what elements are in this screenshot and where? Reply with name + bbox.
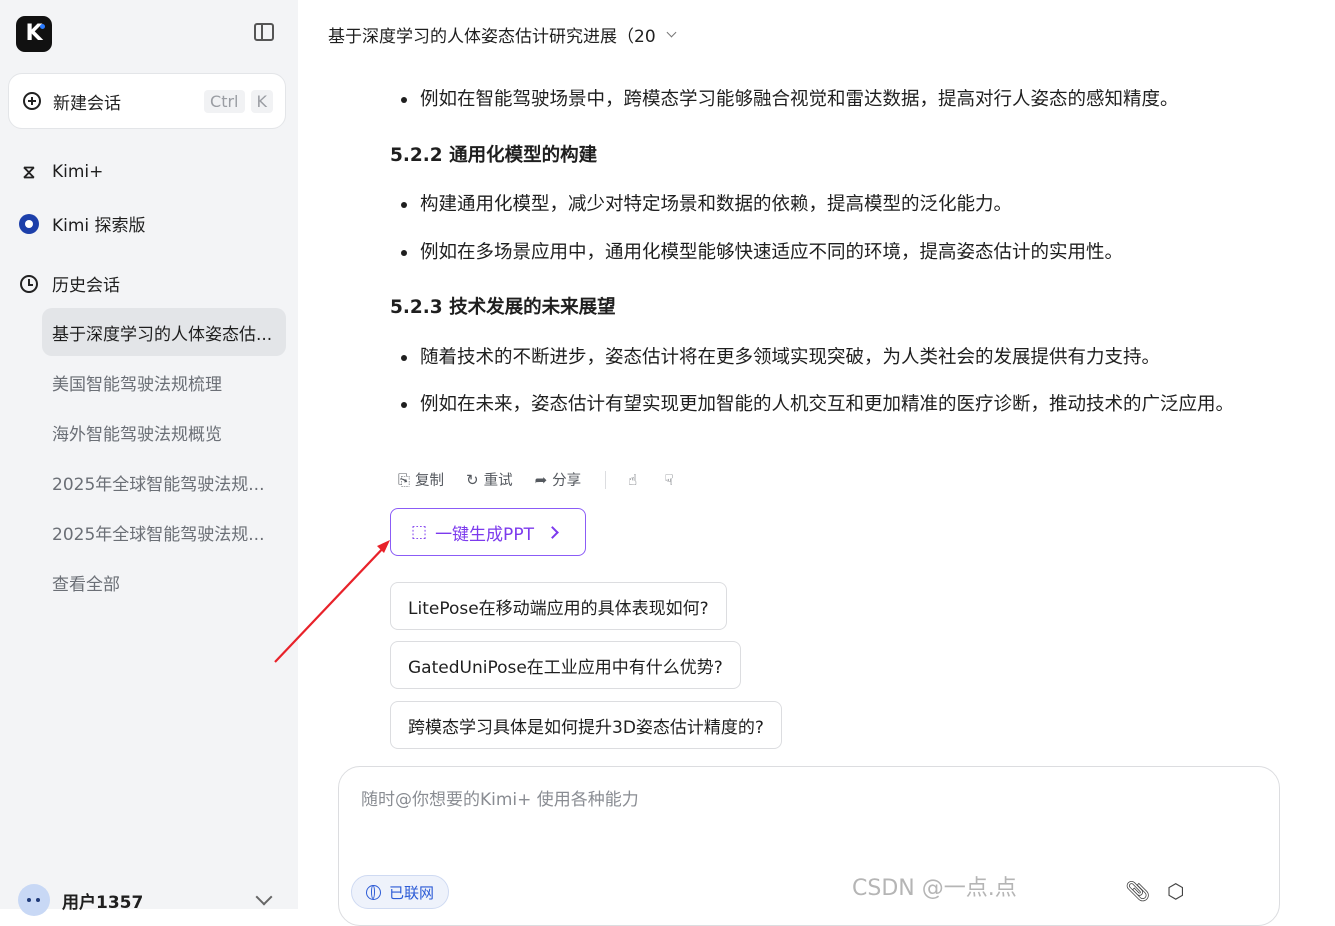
sidebar-item-kimi-plus[interactable]: ⧖ Kimi+: [18, 161, 104, 183]
kimi-logo[interactable]: K: [16, 16, 52, 52]
history-item[interactable]: 基于深度学习的人体姿态估...: [42, 308, 286, 356]
share-icon: ➦: [534, 470, 548, 489]
paperclip-icon[interactable]: 📎︎: [1125, 879, 1150, 903]
bullet-item: 例如在多场景应用中，通用化模型能够快速适应不同的环境，提高姿态估计的实用性。: [398, 236, 1268, 269]
plus-circle-icon: [23, 92, 41, 110]
message-actions: ⎘ 复制 ↻ 重试 ➦ 分享 ☝ ☟: [398, 469, 700, 490]
retry-label: 重试: [483, 473, 513, 489]
new-chat-button[interactable]: 新建会话 Ctrl K: [8, 73, 286, 129]
explore-icon-wrap: [18, 213, 40, 235]
history-item[interactable]: 海外智能驾驶法规概览: [42, 408, 286, 456]
cube-icon[interactable]: ⬡: [1167, 879, 1184, 903]
suggested-question[interactable]: 跨模态学习具体是如何提升3D姿态估计精度的?: [390, 701, 782, 749]
user-menu[interactable]: 用户1357: [18, 884, 278, 916]
copy-label: 复制: [415, 473, 445, 489]
chat-input-placeholder: 随时@你想要的Kimi+ 使用各种能力: [361, 790, 639, 810]
share-button[interactable]: ➦ 分享: [535, 469, 582, 490]
arrow-head: [377, 540, 390, 553]
web-search-toggle[interactable]: 已联网: [351, 875, 450, 909]
new-chat-label: 新建会话: [53, 93, 121, 114]
generate-ppt-button[interactable]: ⬚ 一键生成PPT: [390, 508, 586, 556]
explore-icon: [19, 213, 39, 234]
globe-icon: [366, 884, 381, 900]
sidebar-item-history[interactable]: 历史会话: [18, 271, 120, 296]
bullet-item: 例如在智能驾驶场景中，跨模态学习能够融合视觉和雷达数据，提高对行人姿态的感知精度…: [398, 83, 1268, 116]
sidebar-item-explore[interactable]: Kimi 探索版: [18, 211, 146, 236]
sidebar-item-label: Kimi+: [52, 162, 104, 182]
bullet-item: 构建通用化模型，减少对特定场景和数据的依赖，提高模型的泛化能力。: [398, 188, 1268, 221]
history-item[interactable]: 2025年全球智能驾驶法规...: [42, 508, 286, 556]
chevron-right-icon: [546, 525, 559, 539]
section-heading: 5.2.3 技术发展的未来展望: [390, 297, 616, 318]
generate-ppt-label: 一键生成PPT: [435, 524, 534, 545]
thumbs-up-icon: ☝: [628, 470, 638, 489]
page-title: 基于深度学习的人体姿态估计研究进展（20: [328, 27, 656, 47]
kbd-k: K: [250, 89, 273, 113]
chevron-down-icon: [666, 27, 677, 38]
thumbs-down-button[interactable]: ☟: [664, 471, 678, 489]
copy-button[interactable]: ⎘ 复制: [398, 469, 444, 490]
suggested-question[interactable]: LitePose在移动端应用的具体表现如何?: [390, 582, 727, 630]
main-panel: 基于深度学习的人体姿态估计研究进展（20 例如在智能驾驶场景中，跨模态学习能够融…: [274, 0, 1335, 926]
thumbs-up-button[interactable]: ☝: [628, 471, 642, 489]
history-item[interactable]: 2025年全球智能驾驶法规...: [42, 458, 286, 506]
watermark: CSDN @一点.点: [852, 876, 1017, 901]
sidebar-item-label: 历史会话: [52, 276, 120, 296]
bullet-item: 随着技术的不断进步，姿态估计将在更多领域实现突破，为人类社会的发展提供有力支持。: [398, 341, 1268, 374]
retry-button[interactable]: ↻ 重试: [466, 469, 513, 490]
clock-icon: [20, 274, 38, 293]
kbd-ctrl: Ctrl: [204, 89, 245, 113]
avatar: [18, 884, 50, 916]
logo-dot: [40, 24, 45, 29]
suggested-question[interactable]: GatedUniPose在工业应用中有什么优势?: [390, 641, 741, 689]
chevron-down-icon: [255, 888, 273, 906]
refresh-icon: ↻: [466, 470, 479, 489]
bullet-item: 例如在未来，姿态估计有望实现更加智能的人机交互和更加精准的医疗诊断，推动技术的广…: [398, 388, 1268, 421]
share-label: 分享: [552, 473, 582, 489]
divider: [605, 470, 607, 489]
conversation-title-dropdown[interactable]: 基于深度学习的人体姿态估计研究进展（20: [328, 22, 677, 47]
view-all-history-link[interactable]: 查看全部: [42, 558, 286, 606]
clock-icon-wrap: [18, 273, 40, 295]
kimi-plus-icon: ⧖: [22, 161, 36, 183]
history-item[interactable]: 美国智能驾驶法规梳理: [42, 358, 286, 406]
copy-icon: ⎘: [398, 470, 411, 489]
thumbs-down-icon: ☟: [664, 470, 674, 489]
presentation-icon: ⬚: [411, 522, 428, 542]
sidebar: K 新建会话 Ctrl K ⧖ Kimi+ Kimi 探索版 历史会话 基于深度…: [0, 0, 298, 916]
sidebar-item-label: Kimi 探索版: [52, 216, 146, 236]
section-heading: 5.2.2 通用化模型的构建: [390, 145, 598, 166]
sidebar-toggle-icon[interactable]: [254, 23, 274, 41]
shortcut-hint: Ctrl K: [204, 89, 273, 113]
web-search-label: 已联网: [389, 883, 435, 902]
chat-input-box[interactable]: 随时@你想要的Kimi+ 使用各种能力 已联网 📎︎ ⬡: [338, 766, 1280, 926]
